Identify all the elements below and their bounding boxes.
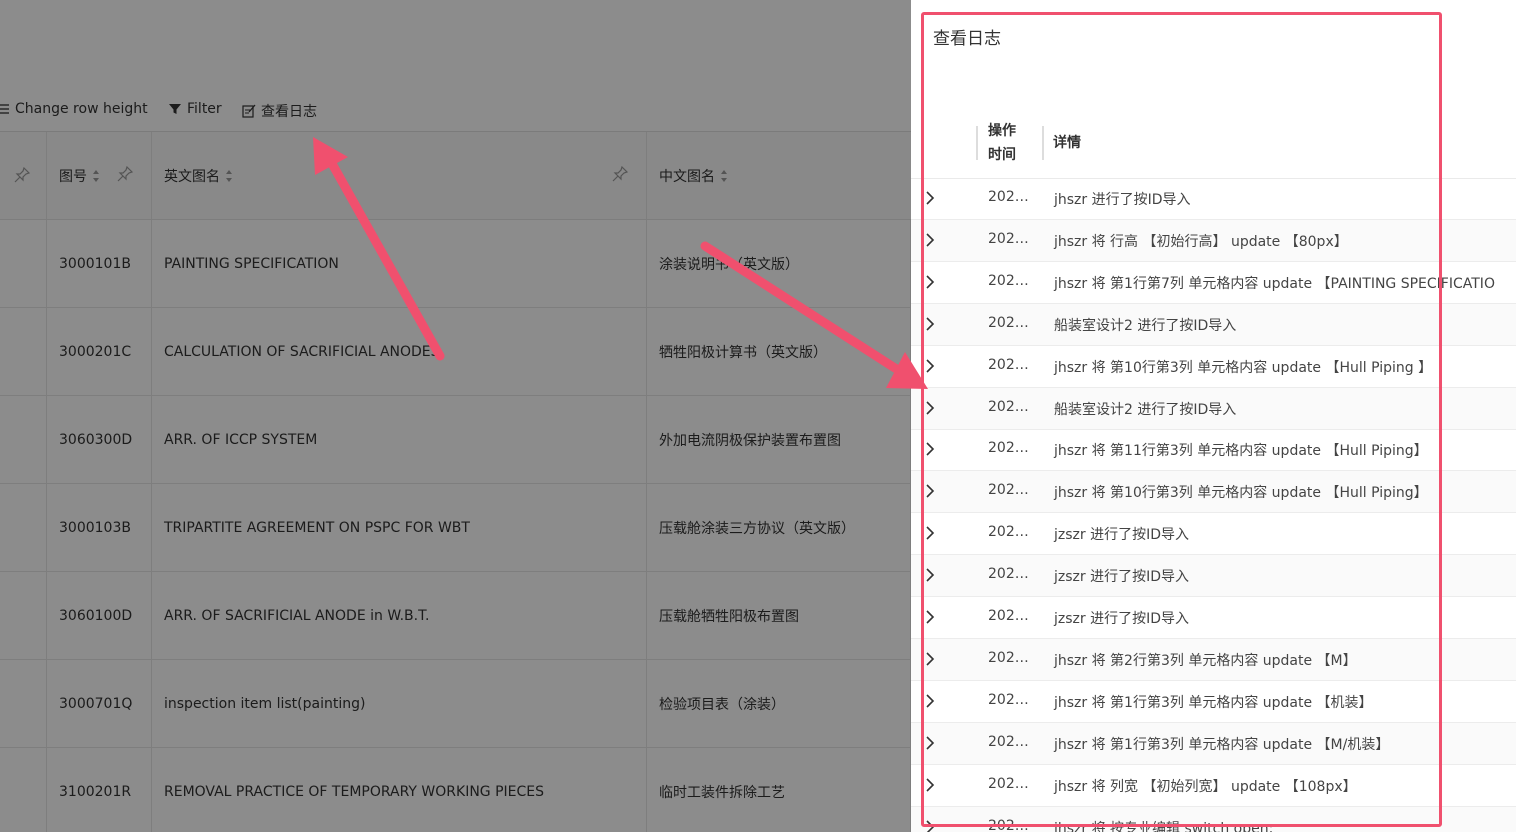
log-detail: jhszr 将 第1行第7列 单元格内容 update 【PAINTING SP… bbox=[1054, 275, 1495, 292]
log-row[interactable]: 202… jhszr 进行了按ID导入 bbox=[911, 178, 1516, 220]
log-row[interactable]: 202… jhszr 将 第11行第3列 单元格内容 update 【Hull P… bbox=[911, 429, 1516, 472]
log-detail: jhszr 进行了按ID导入 bbox=[1054, 192, 1191, 208]
log-time: 202… bbox=[988, 775, 1029, 792]
log-row[interactable]: 202… 船装室设计2 进行了按ID导入 bbox=[911, 387, 1516, 430]
log-row[interactable]: 202… jzszr 进行了按ID导入 bbox=[911, 555, 1516, 598]
log-detail: jhszr 将 第10行第3列 单元格内容 update 【Hull Pipin… bbox=[1054, 485, 1428, 502]
log-time: 202… bbox=[988, 566, 1029, 583]
log-detail: 船装室设计2 进行了按ID导入 bbox=[1054, 401, 1237, 418]
chevron-right-icon[interactable] bbox=[925, 694, 935, 708]
log-row[interactable]: 202… 船装室设计2 进行了按ID导入 bbox=[911, 303, 1516, 346]
log-row[interactable]: 202… jhszr 将 第10行第3列 单元格内容 update 【Hull P… bbox=[911, 346, 1516, 388]
log-time: 202… bbox=[988, 440, 1029, 457]
chevron-right-icon[interactable] bbox=[925, 233, 935, 247]
log-row[interactable]: 202… jzszr 进行了按ID导入 bbox=[911, 597, 1516, 639]
log-row[interactable]: 202… jhszr 将 第1行第3列 单元格内容 update 【M/机装】 bbox=[911, 722, 1516, 765]
log-row[interactable]: 202… jhszr 将 第2行第3列 单元格内容 update 【M】 bbox=[911, 638, 1516, 681]
chevron-right-icon[interactable] bbox=[925, 819, 935, 832]
column-divider bbox=[976, 126, 978, 160]
log-row[interactable]: 202… jhszr 将 第10行第3列 单元格内容 update 【Hull P… bbox=[911, 471, 1516, 514]
chevron-right-icon[interactable] bbox=[925, 526, 935, 540]
log-detail: jzszr 进行了按ID导入 bbox=[1054, 527, 1189, 544]
log-time: 202… bbox=[988, 733, 1029, 750]
log-row[interactable]: 202… jzszr 进行了按ID导入 bbox=[911, 513, 1516, 556]
chevron-right-icon[interactable] bbox=[925, 400, 935, 415]
log-row[interactable]: 202… jhszr 将 第1行第3列 单元格内容 update 【机装】 bbox=[911, 681, 1516, 723]
chevron-right-icon[interactable] bbox=[925, 652, 935, 666]
log-row[interactable]: 202… jhszr 将 按专业编辑 switch open; bbox=[911, 806, 1516, 832]
log-detail: jhszr 将 按专业编辑 switch open; bbox=[1054, 820, 1274, 832]
log-detail: jhszr 将 第1行第3列 单元格内容 update 【M/机装】 bbox=[1054, 736, 1390, 753]
log-detail: jhszr 将 第2行第3列 单元格内容 update 【M】 bbox=[1054, 652, 1357, 669]
log-drawer: 查看日志 操作时间 详情 202… jhszr 进行了按ID导入 202… jhszr… bbox=[911, 0, 1516, 832]
chevron-right-icon[interactable] bbox=[925, 359, 935, 373]
log-time: 202… bbox=[988, 524, 1029, 541]
chevron-right-icon[interactable] bbox=[925, 191, 935, 205]
chevron-right-icon[interactable] bbox=[925, 778, 935, 792]
log-detail: jhszr 将 行高 【初始行高】 update 【80px】 bbox=[1054, 233, 1348, 250]
log-row[interactable]: 202… jhszr 将 列宽 【初始列宽】 update 【108px】 bbox=[911, 765, 1516, 807]
log-detail: jhszr 将 列宽 【初始列宽】 update 【108px】 bbox=[1054, 778, 1357, 795]
drawer-title: 查看日志 bbox=[933, 29, 1001, 49]
chevron-right-icon[interactable] bbox=[925, 484, 935, 498]
log-detail: 船装室设计2 进行了按ID导入 bbox=[1054, 317, 1237, 334]
log-time: 202… bbox=[988, 189, 1029, 205]
log-time: 202… bbox=[988, 649, 1029, 666]
log-time: 202… bbox=[988, 608, 1029, 624]
log-time: 202… bbox=[988, 398, 1029, 415]
log-row[interactable]: 202… jhszr 将 行高 【初始行高】 update 【80px】 bbox=[911, 219, 1516, 262]
chevron-right-icon[interactable] bbox=[925, 317, 935, 331]
log-detail: jzszr 进行了按ID导入 bbox=[1054, 611, 1189, 627]
log-time: 202… bbox=[988, 272, 1029, 289]
chevron-right-icon[interactable] bbox=[925, 568, 935, 582]
log-detail: jzszr 进行了按ID导入 bbox=[1054, 569, 1189, 586]
log-time: 202… bbox=[988, 230, 1029, 247]
log-column-detail: 详情 bbox=[1053, 135, 1081, 151]
log-time: 202… bbox=[988, 356, 1029, 373]
log-detail: jhszr 将 第11行第3列 单元格内容 update 【Hull Pipin… bbox=[1054, 443, 1428, 460]
log-detail: jhszr 将 第1行第3列 单元格内容 update 【机装】 bbox=[1054, 694, 1373, 711]
chevron-right-icon[interactable] bbox=[925, 275, 935, 289]
log-row[interactable]: 202… jhszr 将 第1行第7列 单元格内容 update 【PAINTIN… bbox=[911, 262, 1516, 304]
log-time: 202… bbox=[988, 314, 1029, 331]
chevron-right-icon[interactable] bbox=[925, 442, 935, 456]
log-time: 202… bbox=[988, 691, 1029, 708]
log-table-header: 操作时间 详情 bbox=[911, 110, 1516, 179]
log-detail: jhszr 将 第10行第3列 单元格内容 update 【Hull Pipin… bbox=[1054, 359, 1433, 376]
log-column-time: 操作时间 bbox=[988, 123, 1016, 163]
log-time: 202… bbox=[988, 817, 1029, 832]
chevron-right-icon[interactable] bbox=[925, 736, 935, 750]
log-time: 202… bbox=[988, 482, 1029, 499]
chevron-right-icon[interactable] bbox=[925, 610, 935, 624]
modal-overlay[interactable] bbox=[0, 0, 911, 832]
column-divider bbox=[1042, 126, 1044, 160]
main-table-area: Change row height Filter 查看日志 图号 英文图名 中文… bbox=[0, 0, 911, 832]
